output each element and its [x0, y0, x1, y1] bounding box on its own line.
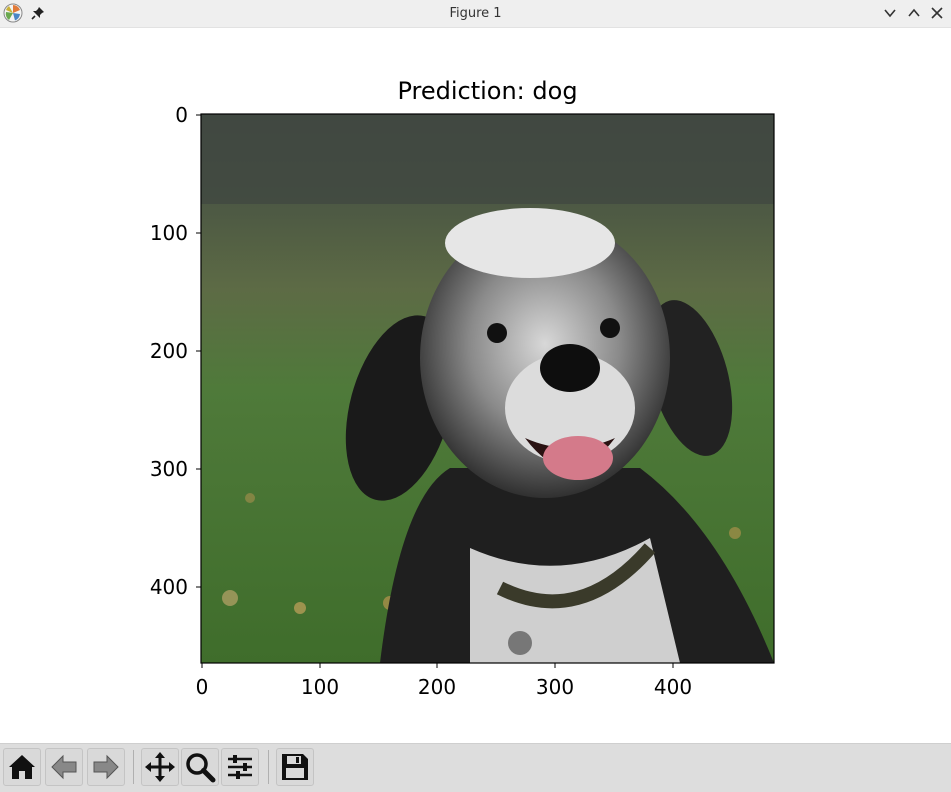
y-tick-label: 200 [150, 339, 188, 363]
configure-subplots-button[interactable] [221, 748, 259, 786]
navigation-toolbar [0, 743, 951, 792]
pan-icon [145, 752, 175, 782]
back-icon [51, 754, 77, 780]
x-tick-label: 100 [301, 675, 339, 699]
zoom-button[interactable] [181, 748, 219, 786]
x-tick-label: 200 [418, 675, 456, 699]
zoom-icon [186, 753, 216, 783]
dog-image [201, 114, 774, 663]
toolbar-separator [133, 750, 134, 784]
x-tick-label: 300 [536, 675, 574, 699]
y-tick-label: 300 [150, 457, 188, 481]
forward-icon [93, 754, 119, 780]
y-tick-label: 400 [150, 575, 188, 599]
close-icon[interactable] [930, 6, 944, 20]
window-title: Figure 1 [449, 6, 502, 21]
x-tick-label: 0 [196, 675, 209, 699]
toolbar-separator [268, 750, 269, 784]
forward-button[interactable] [87, 748, 125, 786]
minimize-icon[interactable] [883, 6, 897, 20]
y-tick-label: 100 [150, 221, 188, 245]
y-axis-ticks [196, 114, 201, 588]
pan-button[interactable] [141, 748, 179, 786]
axes: 0 100 200 300 400 0 100 200 300 400 [150, 103, 775, 699]
window-titlebar: Figure 1 [0, 0, 951, 28]
save-icon [282, 754, 308, 780]
figure-canvas[interactable]: Prediction: dog 0 100 200 300 400 0 100 … [0, 28, 951, 743]
x-axis-ticks [201, 663, 674, 668]
home-button[interactable] [3, 748, 41, 786]
home-icon [9, 755, 35, 779]
x-tick-label: 400 [654, 675, 692, 699]
back-button[interactable] [45, 748, 83, 786]
y-tick-label: 0 [175, 103, 188, 127]
configure-subplots-icon [228, 755, 252, 779]
save-button[interactable] [276, 748, 314, 786]
maximize-icon[interactable] [907, 6, 921, 20]
